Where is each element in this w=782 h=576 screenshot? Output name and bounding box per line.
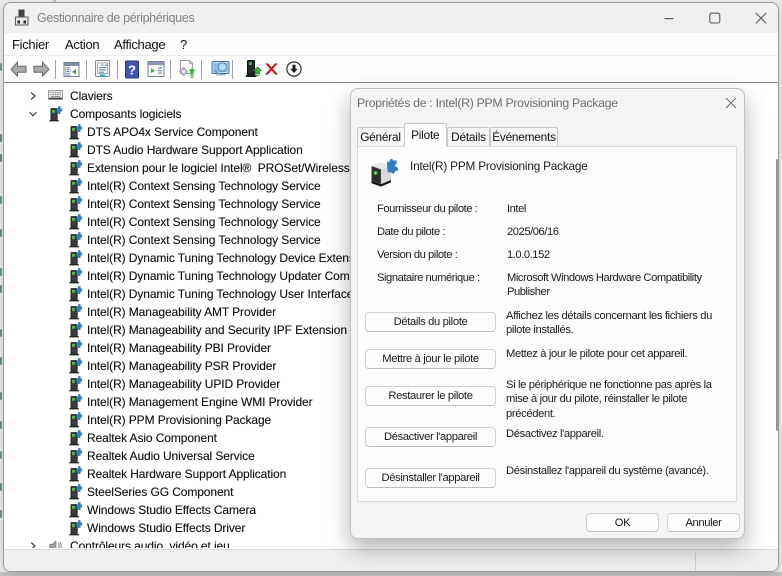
- svg-text:?: ?: [128, 63, 136, 78]
